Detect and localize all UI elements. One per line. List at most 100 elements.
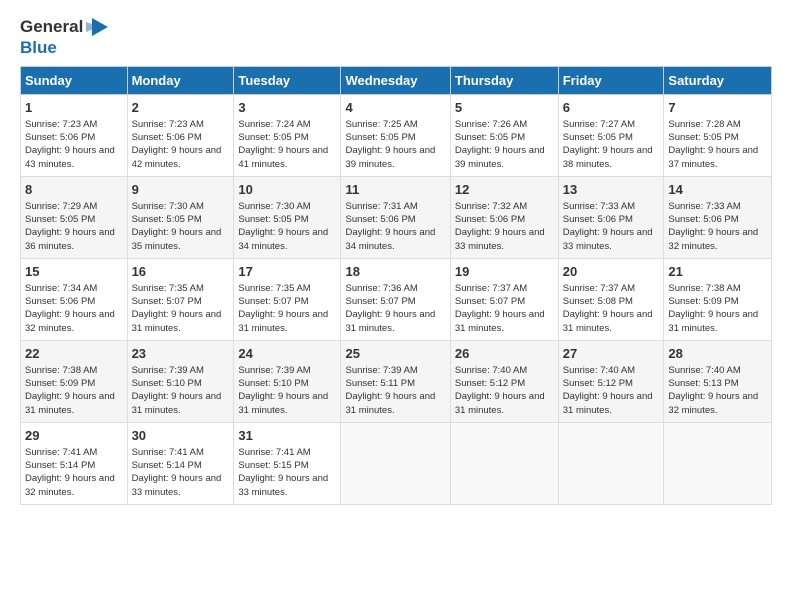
sunset-text: Sunset: 5:06 PM [455, 214, 525, 225]
sunset-text: Sunset: 5:09 PM [25, 378, 95, 389]
day-number: 4 [345, 99, 445, 117]
calendar-cell: 2Sunrise: 7:23 AMSunset: 5:06 PMDaylight… [127, 94, 234, 176]
sunrise-text: Sunrise: 7:28 AM [668, 119, 740, 130]
calendar-cell: 4Sunrise: 7:25 AMSunset: 5:05 PMDaylight… [341, 94, 450, 176]
day-number: 29 [25, 427, 123, 445]
calendar-cell: 10Sunrise: 7:30 AMSunset: 5:05 PMDayligh… [234, 176, 341, 258]
calendar-cell: 12Sunrise: 7:32 AMSunset: 5:06 PMDayligh… [450, 176, 558, 258]
sunrise-text: Sunrise: 7:30 AM [132, 201, 204, 212]
day-number: 9 [132, 181, 230, 199]
calendar-cell: 27Sunrise: 7:40 AMSunset: 5:12 PMDayligh… [558, 340, 664, 422]
calendar-cell: 26Sunrise: 7:40 AMSunset: 5:12 PMDayligh… [450, 340, 558, 422]
calendar-week-5: 29Sunrise: 7:41 AMSunset: 5:14 PMDayligh… [21, 422, 772, 504]
daylight-label: Daylight: 9 hours and 38 minutes. [563, 145, 653, 169]
calendar-cell [341, 422, 450, 504]
calendar-cell: 25Sunrise: 7:39 AMSunset: 5:11 PMDayligh… [341, 340, 450, 422]
sunset-text: Sunset: 5:05 PM [25, 214, 95, 225]
day-number: 27 [563, 345, 660, 363]
daylight-label: Daylight: 9 hours and 31 minutes. [238, 391, 328, 415]
sunrise-text: Sunrise: 7:37 AM [455, 283, 527, 294]
sunrise-text: Sunrise: 7:24 AM [238, 119, 310, 130]
calendar-cell: 29Sunrise: 7:41 AMSunset: 5:14 PMDayligh… [21, 422, 128, 504]
daylight-label: Daylight: 9 hours and 31 minutes. [132, 309, 222, 333]
calendar-week-4: 22 Sunrise: 7:38 AM Sunset: 5:09 PM Dayligh… [21, 340, 772, 422]
sunrise-text: Sunrise: 7:33 AM [668, 201, 740, 212]
calendar-cell: 18Sunrise: 7:36 AMSunset: 5:07 PMDayligh… [341, 258, 450, 340]
sunset-text: Sunset: 5:05 PM [132, 214, 202, 225]
calendar-cell: 28Sunrise: 7:40 AMSunset: 5:13 PMDayligh… [664, 340, 772, 422]
calendar-cell [664, 422, 772, 504]
sunrise-text: Sunrise: 7:25 AM [345, 119, 417, 130]
sunrise-text: Sunrise: 7:38 AM [25, 365, 97, 376]
day-number: 8 [25, 181, 123, 199]
calendar-cell [450, 422, 558, 504]
calendar-cell: 11Sunrise: 7:31 AMSunset: 5:06 PMDayligh… [341, 176, 450, 258]
calendar-cell: 13Sunrise: 7:33 AMSunset: 5:06 PMDayligh… [558, 176, 664, 258]
sunrise-text: Sunrise: 7:40 AM [668, 365, 740, 376]
day-number: 5 [455, 99, 554, 117]
day-number: 13 [563, 181, 660, 199]
calendar-cell: 22Sunrise: 7:38 AMSunset: 5:09 PMDayligh… [21, 340, 128, 422]
day-number: 2 [132, 99, 230, 117]
sunrise-text: Sunrise: 7:34 AM [25, 283, 97, 294]
col-header-thursday: Thursday [450, 66, 558, 94]
calendar-cell: 19Sunrise: 7:37 AMSunset: 5:07 PMDayligh… [450, 258, 558, 340]
calendar-cell: 31Sunrise: 7:41 AMSunset: 5:15 PMDayligh… [234, 422, 341, 504]
sunset-text: Sunset: 5:14 PM [132, 460, 202, 471]
page-container: General Blue SundayMondayTuesdayWednesda… [0, 0, 792, 515]
logo-general: General [20, 17, 83, 37]
daylight-label: Daylight: 9 hours and 33 minutes. [455, 227, 545, 251]
sunset-text: Sunset: 5:05 PM [345, 132, 415, 143]
day-number: 31 [238, 427, 336, 445]
sunrise-text: Sunrise: 7:27 AM [563, 119, 635, 130]
sunset-text: Sunset: 5:05 PM [455, 132, 525, 143]
day-number: 28 [668, 345, 767, 363]
day-number: 30 [132, 427, 230, 445]
sunrise-text: Sunrise: 7:36 AM [345, 283, 417, 294]
daylight-label: Daylight: 9 hours and 33 minutes. [238, 473, 328, 497]
logo-arrow-icon [86, 16, 108, 38]
day-number: 21 [668, 263, 767, 281]
day-number: 22 [25, 345, 123, 363]
calendar-table: SundayMondayTuesdayWednesdayThursdayFrid… [20, 66, 772, 505]
calendar-cell: 1Sunrise: 7:23 AMSunset: 5:06 PMDaylight… [21, 94, 128, 176]
sunset-text: Sunset: 5:12 PM [455, 378, 525, 389]
sunrise-text: Sunrise: 7:30 AM [238, 201, 310, 212]
calendar-cell: 16Sunrise: 7:35 AMSunset: 5:07 PMDayligh… [127, 258, 234, 340]
calendar-cell: 20Sunrise: 7:37 AMSunset: 5:08 PMDayligh… [558, 258, 664, 340]
day-number: 25 [345, 345, 445, 363]
col-header-monday: Monday [127, 66, 234, 94]
sunrise-text: Sunrise: 7:31 AM [345, 201, 417, 212]
calendar-cell: 9Sunrise: 7:30 AMSunset: 5:05 PMDaylight… [127, 176, 234, 258]
day-number: 19 [455, 263, 554, 281]
sunset-text: Sunset: 5:09 PM [668, 296, 738, 307]
sunrise-text: Sunrise: 7:39 AM [238, 365, 310, 376]
day-number: 20 [563, 263, 660, 281]
sunset-text: Sunset: 5:06 PM [345, 214, 415, 225]
daylight-label: Daylight: 9 hours and 31 minutes. [455, 309, 545, 333]
daylight-label: Daylight: 9 hours and 39 minutes. [455, 145, 545, 169]
day-number: 6 [563, 99, 660, 117]
calendar-week-1: 1Sunrise: 7:23 AMSunset: 5:06 PMDaylight… [21, 94, 772, 176]
sunrise-text: Sunrise: 7:35 AM [238, 283, 310, 294]
day-number: 16 [132, 263, 230, 281]
calendar-cell: 15Sunrise: 7:34 AMSunset: 5:06 PMDayligh… [21, 258, 128, 340]
sunset-text: Sunset: 5:07 PM [238, 296, 308, 307]
sunrise-text: Sunrise: 7:26 AM [455, 119, 527, 130]
sunrise-text: Sunrise: 7:37 AM [563, 283, 635, 294]
calendar-cell: 6 Sunrise: 7:27 AM Sunset: 5:05 PM Daylight… [558, 94, 664, 176]
sunset-text: Sunset: 5:07 PM [345, 296, 415, 307]
calendar-cell: 5 Sunrise: 7:26 AM Sunset: 5:05 PM Daylight… [450, 94, 558, 176]
day-number: 15 [25, 263, 123, 281]
sunrise-text: Sunrise: 7:29 AM [25, 201, 97, 212]
calendar-week-2: 8 Sunrise: 7:29 AM Sunset: 5:05 PM Daylight… [21, 176, 772, 258]
daylight-label: Daylight: 9 hours and 32 minutes. [668, 227, 758, 251]
calendar-cell: 8Sunrise: 7:29 AMSunset: 5:05 PMDaylight… [21, 176, 128, 258]
sunset-text: Sunset: 5:05 PM [563, 132, 633, 143]
calendar-cell: 3Sunrise: 7:24 AMSunset: 5:05 PMDaylight… [234, 94, 341, 176]
day-number: 7 [668, 99, 767, 117]
sunrise-text: Sunrise: 7:23 AM [25, 119, 97, 130]
sunset-text: Sunset: 5:06 PM [132, 132, 202, 143]
daylight-label: Daylight: 9 hours and 31 minutes. [455, 391, 545, 415]
day-number: 10 [238, 181, 336, 199]
